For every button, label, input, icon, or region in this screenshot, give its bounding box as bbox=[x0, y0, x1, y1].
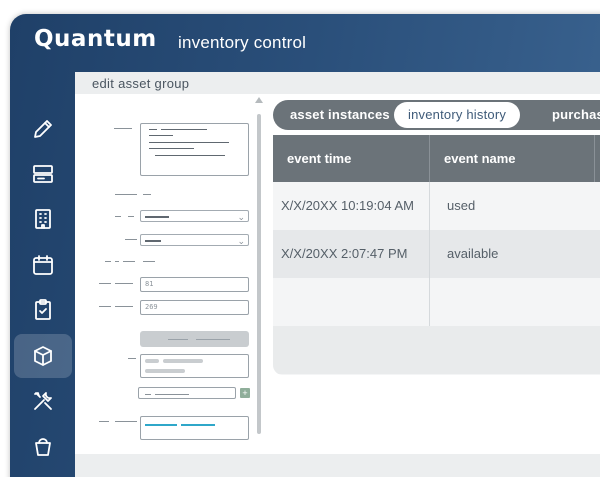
table-row[interactable]: X/X/20XX 10:19:04 AM used bbox=[273, 182, 600, 230]
form-label bbox=[115, 194, 137, 195]
amount-input[interactable]: 269 bbox=[140, 300, 249, 315]
event-time-cell: X/X/20XX 10:19:04 AM bbox=[281, 198, 414, 213]
column-header-event-name[interactable]: event name bbox=[429, 135, 594, 182]
event-name-cell: used bbox=[429, 182, 594, 230]
form-label bbox=[115, 421, 137, 422]
sidebar-item-servers[interactable] bbox=[14, 152, 72, 196]
quantity-input[interactable]: 81 bbox=[140, 277, 249, 292]
form-label bbox=[99, 306, 111, 307]
tab-inventory-history[interactable]: inventory history bbox=[394, 102, 521, 128]
pencil-icon bbox=[34, 120, 52, 138]
clipboard-check-icon bbox=[35, 299, 51, 320]
app-logo[interactable]: Quantum bbox=[34, 26, 157, 52]
form-label bbox=[115, 261, 119, 262]
form-label bbox=[99, 283, 111, 284]
action-button[interactable] bbox=[140, 331, 249, 347]
chevron-down-icon: ⌄ bbox=[237, 212, 245, 222]
category-select[interactable]: ⌄ bbox=[140, 234, 249, 246]
app-header: Quantum inventory control bbox=[10, 14, 600, 72]
form-label bbox=[115, 283, 133, 284]
form-label bbox=[99, 421, 109, 422]
sidebar-item-assets[interactable] bbox=[14, 334, 72, 378]
notes-textarea[interactable] bbox=[140, 354, 249, 378]
event-name-cell: available bbox=[429, 230, 594, 278]
description-textarea[interactable] bbox=[140, 123, 249, 176]
sidebar-item-tools[interactable] bbox=[14, 379, 72, 423]
sidebar-item-buildings[interactable] bbox=[14, 197, 72, 241]
chevron-down-icon: ⌄ bbox=[237, 236, 245, 246]
app-window: Quantum inventory control edit asset gro… bbox=[10, 14, 600, 477]
type-select[interactable]: ⌄ bbox=[140, 210, 249, 222]
form-label bbox=[143, 261, 155, 262]
sidebar-nav bbox=[10, 72, 75, 477]
tab-asset-instances[interactable]: asset instances bbox=[290, 100, 390, 130]
sidebar-item-bucket[interactable] bbox=[14, 424, 72, 468]
form-label bbox=[115, 216, 121, 217]
inventory-history-table: event time event name X/X/20XX 10:19:04 … bbox=[273, 135, 600, 375]
building-icon bbox=[35, 209, 51, 229]
sidebar-item-calendar[interactable] bbox=[14, 243, 72, 287]
table-header: event time event name bbox=[273, 135, 600, 182]
section-header: edit asset group bbox=[75, 72, 600, 94]
main-content: edit asset group ⌄ ⌄ 81 269 + asset inst… bbox=[75, 72, 600, 477]
server-icon bbox=[33, 165, 53, 183]
form-scrollbar[interactable] bbox=[257, 114, 261, 434]
table-row-empty bbox=[273, 278, 600, 326]
tab-purchases[interactable]: purchas bbox=[552, 100, 600, 130]
form-label bbox=[125, 239, 137, 240]
add-item-input[interactable] bbox=[138, 387, 236, 399]
form-label bbox=[123, 261, 135, 262]
sidebar-item-checklist[interactable] bbox=[14, 288, 72, 332]
bucket-icon bbox=[35, 438, 51, 456]
form-label bbox=[128, 216, 134, 217]
sidebar-item-edit[interactable] bbox=[14, 107, 72, 151]
link-field[interactable] bbox=[140, 416, 249, 440]
table-footer bbox=[273, 326, 600, 374]
edit-form-panel: ⌄ ⌄ 81 269 + bbox=[75, 94, 270, 454]
tools-icon bbox=[34, 392, 52, 410]
column-header-event-time[interactable]: event time bbox=[273, 135, 429, 182]
section-title: edit asset group bbox=[92, 76, 190, 91]
plus-icon[interactable]: + bbox=[240, 388, 250, 398]
event-time-cell: X/X/20XX 2:07:47 PM bbox=[281, 246, 408, 261]
table-row[interactable]: X/X/20XX 2:07:47 PM available bbox=[273, 230, 600, 278]
box-icon bbox=[34, 346, 52, 366]
form-label bbox=[105, 261, 111, 262]
form-label bbox=[115, 306, 133, 307]
content-footer bbox=[75, 454, 600, 477]
form-label bbox=[114, 128, 132, 129]
form-label bbox=[128, 358, 136, 359]
app-title: inventory control bbox=[178, 33, 307, 52]
tab-bar: asset instances inventory history purcha… bbox=[273, 100, 600, 130]
calendar-icon bbox=[33, 255, 53, 275]
scroll-up-arrow[interactable] bbox=[255, 97, 263, 103]
form-label bbox=[143, 194, 151, 195]
